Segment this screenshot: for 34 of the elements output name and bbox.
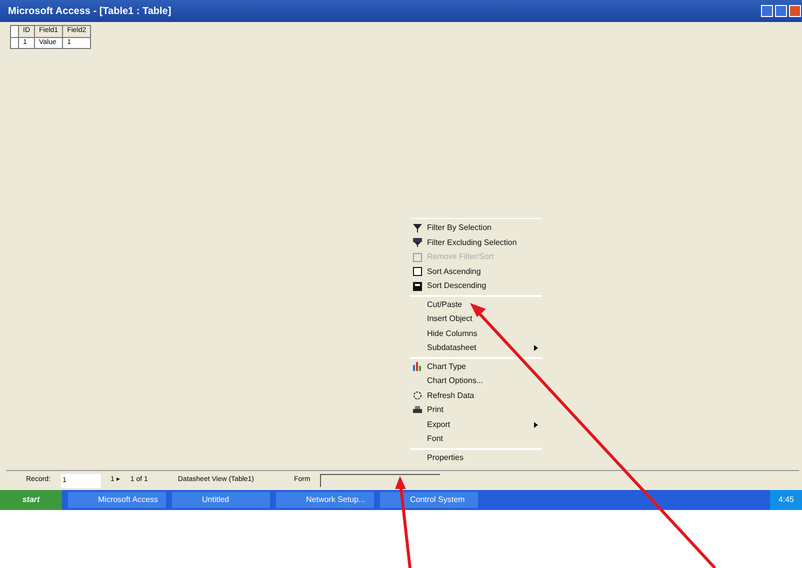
taskbar-button[interactable]: Microsoft Access	[68, 492, 166, 508]
window-title: Microsoft Access - [Table1 : Table]	[8, 4, 172, 18]
filter-icon	[413, 238, 422, 248]
chart-icon	[413, 362, 422, 372]
menu-item[interactable]: Filter Excluding Selection	[410, 236, 542, 250]
submenu-arrow-icon	[534, 345, 538, 352]
menu-item[interactable]: Hide Columns	[410, 326, 542, 341]
menu-item[interactable]: Chart Options...	[410, 374, 542, 388]
menu-item[interactable]: Refresh Data	[410, 388, 542, 403]
printer-icon	[413, 406, 422, 415]
menu-item[interactable]: Export	[410, 418, 542, 432]
menu-item[interactable]: Properties	[410, 450, 542, 465]
start-button[interactable]: start	[0, 490, 62, 510]
menu-item[interactable]: Chart Type	[410, 360, 542, 374]
menu-item[interactable]: Insert Object	[410, 312, 542, 326]
taskbar-button[interactable]: Untitled	[172, 492, 270, 508]
restore-button[interactable]	[775, 5, 787, 17]
menu-item[interactable]: Font	[410, 432, 542, 446]
funnel-icon	[413, 224, 422, 233]
checkbox-icon	[413, 252, 422, 262]
menu-item[interactable]: Filter By Selection	[410, 221, 542, 236]
refresh-icon	[413, 391, 422, 400]
minimize-button[interactable]	[761, 5, 773, 17]
taskbar-button[interactable]: Network Setup...	[276, 492, 374, 508]
menu-item[interactable]: Sort Ascending	[410, 264, 542, 279]
close-button[interactable]	[789, 5, 801, 17]
menu-item[interactable]: Sort Descending	[410, 279, 542, 294]
clock: 4:45	[770, 490, 802, 510]
menu-item[interactable]: Print	[410, 403, 542, 418]
square-icon	[413, 267, 422, 276]
menu-item[interactable]: Cut/Paste	[410, 298, 542, 312]
taskbar-button[interactable]: Control System	[380, 492, 478, 508]
menu-item[interactable]: Subdatasheet	[410, 341, 542, 356]
submenu-arrow-icon	[534, 422, 538, 428]
